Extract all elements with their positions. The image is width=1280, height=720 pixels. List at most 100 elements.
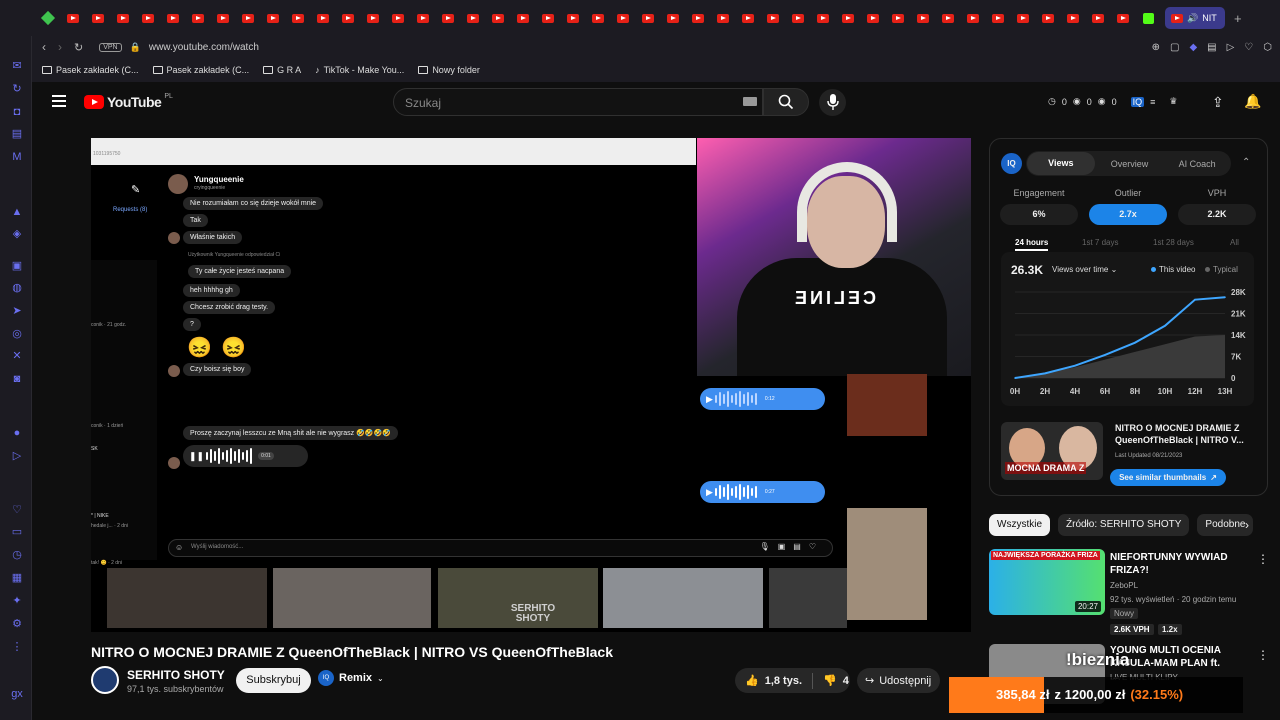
voice-search-button[interactable] bbox=[819, 89, 846, 116]
search-button[interactable] bbox=[763, 88, 809, 116]
collapse-icon[interactable]: ⌃ bbox=[1242, 157, 1250, 168]
stat-vph[interactable]: 2.2K bbox=[1178, 204, 1256, 225]
mail-m-icon[interactable]: M bbox=[11, 151, 23, 163]
tab-youtube-icon[interactable] bbox=[240, 10, 256, 26]
tab-youtube-icon[interactable] bbox=[640, 10, 656, 26]
tab-youtube-icon[interactable] bbox=[265, 10, 281, 26]
mail-icon[interactable]: ✉ bbox=[11, 60, 23, 72]
discord-icon[interactable]: ◙ bbox=[11, 373, 23, 385]
tab-youtube-icon[interactable] bbox=[315, 10, 331, 26]
video-player[interactable]: 1031195750 conik · 21 godz. conik · 1 dz… bbox=[91, 138, 971, 632]
x-icon[interactable]: ✕ bbox=[11, 350, 23, 362]
bookmark-item[interactable]: G R A bbox=[263, 65, 301, 75]
puzzle-icon[interactable]: ✦ bbox=[11, 595, 23, 607]
views-dropdown[interactable]: Views over time ⌄ bbox=[1052, 265, 1117, 274]
bookmark-item[interactable]: Pasek zakładek (C... bbox=[152, 65, 249, 75]
tab-youtube-icon[interactable] bbox=[790, 10, 806, 26]
stat-engagement[interactable]: 6% bbox=[1000, 204, 1078, 225]
vpn-badge[interactable]: VPN bbox=[99, 42, 122, 52]
arrow-icon[interactable]: ▲ bbox=[11, 206, 23, 218]
tab-youtube-icon[interactable] bbox=[140, 10, 156, 26]
tab-views[interactable]: Views bbox=[1027, 152, 1095, 175]
tab-favicon-green[interactable] bbox=[40, 10, 56, 26]
tab-youtube-icon[interactable] bbox=[1015, 10, 1031, 26]
tab-youtube-icon[interactable] bbox=[765, 10, 781, 26]
messenger-icon[interactable]: ◍ bbox=[11, 282, 23, 294]
instagram-icon[interactable]: ◎ bbox=[11, 328, 23, 340]
back-icon[interactable]: ‹ bbox=[42, 40, 46, 54]
tab-youtube-icon[interactable] bbox=[815, 10, 831, 26]
screenshot-icon[interactable]: ▢ bbox=[1170, 42, 1179, 53]
tab-kick-icon[interactable] bbox=[1140, 10, 1156, 26]
tab-overview[interactable]: Overview bbox=[1096, 159, 1164, 169]
tab-youtube-icon[interactable] bbox=[1090, 10, 1106, 26]
favorite-icon[interactable]: ♡ bbox=[1244, 42, 1253, 53]
tab-youtube-icon[interactable] bbox=[890, 10, 906, 26]
iq-icon[interactable]: IQ bbox=[1130, 96, 1145, 107]
tab-youtube-icon[interactable] bbox=[590, 10, 606, 26]
stat-outlier[interactable]: 2.7x bbox=[1089, 204, 1167, 225]
rec-thumbnail[interactable]: NAJWIĘKSZA PORAŻKA FRIZA 20:27 bbox=[989, 549, 1105, 615]
heart-icon[interactable]: ♡ bbox=[11, 504, 23, 516]
refresh-icon[interactable]: ↻ bbox=[11, 83, 23, 95]
tab-youtube-icon[interactable] bbox=[740, 10, 756, 26]
period-all[interactable]: All bbox=[1230, 238, 1239, 247]
rec-title[interactable]: NIEFORTUNNY WYWIAD FRIZA?! bbox=[1110, 551, 1230, 577]
tab-ai-coach[interactable]: AI Coach bbox=[1163, 159, 1231, 169]
period-28d[interactable]: 1st 28 days bbox=[1153, 238, 1194, 247]
similar-title[interactable]: NITRO O MOCNEJ DRAMIE Z QueenOfTheBlack … bbox=[1115, 422, 1255, 446]
menu-icon[interactable] bbox=[52, 95, 66, 107]
new-tab-button[interactable]: + bbox=[1234, 11, 1242, 26]
twitch-icon[interactable]: ▣ bbox=[11, 260, 23, 272]
upload-icon[interactable]: ⇪ bbox=[1212, 94, 1224, 111]
tab-youtube-icon[interactable] bbox=[665, 10, 681, 26]
rec-channel[interactable]: ZeboPL bbox=[1110, 581, 1138, 590]
tab-youtube-icon[interactable] bbox=[340, 10, 356, 26]
bag-icon[interactable]: ◘ bbox=[11, 106, 23, 118]
tab-youtube-icon[interactable] bbox=[415, 10, 431, 26]
bookmark-item[interactable]: ♪ TikTok - Make You... bbox=[315, 65, 404, 75]
pin-icon[interactable]: ⊕ bbox=[1152, 42, 1160, 53]
youtube-logo[interactable]: YouTube PL bbox=[84, 93, 173, 110]
tab-youtube-icon[interactable] bbox=[390, 10, 406, 26]
chevron-right-icon[interactable]: › bbox=[1245, 518, 1249, 532]
bookmark-item[interactable]: Pasek zakładek (C... bbox=[42, 65, 139, 75]
app-icon[interactable]: ◈ bbox=[11, 228, 23, 240]
notifications-icon[interactable]: 🔔 bbox=[1244, 93, 1261, 110]
more-options-icon[interactable]: ⋮ bbox=[1257, 552, 1269, 566]
tab-youtube-icon[interactable] bbox=[1115, 10, 1131, 26]
tab-youtube-icon[interactable] bbox=[215, 10, 231, 26]
period-24h[interactable]: 24 hours bbox=[1015, 238, 1049, 251]
card-icon[interactable]: ▭ bbox=[11, 526, 23, 538]
dislike-count[interactable]: 4 bbox=[843, 675, 849, 687]
remix-button[interactable]: IQ Remix ⌄ bbox=[318, 670, 384, 686]
tab-youtube-icon[interactable] bbox=[440, 10, 456, 26]
shield-icon[interactable]: ◆ bbox=[1189, 42, 1197, 53]
tab-youtube-icon[interactable] bbox=[540, 10, 556, 26]
tab-youtube-icon[interactable] bbox=[965, 10, 981, 26]
share-button[interactable]: ↪ Udostępnij bbox=[857, 668, 940, 693]
extension-icon[interactable]: ▤ bbox=[1207, 42, 1216, 53]
channel-name[interactable]: SERHITO SHOTY bbox=[127, 668, 225, 682]
tab-youtube-icon[interactable] bbox=[565, 10, 581, 26]
dislike-icon[interactable]: 👎 bbox=[823, 674, 837, 687]
box-icon[interactable]: ▦ bbox=[11, 572, 23, 584]
url-field[interactable]: www.youtube.com/watch bbox=[149, 42, 259, 53]
tab-youtube-icon[interactable] bbox=[865, 10, 881, 26]
active-tab[interactable]: 🔊 NIT bbox=[1165, 7, 1225, 29]
tab-youtube-icon[interactable] bbox=[65, 10, 81, 26]
tab-youtube-icon[interactable] bbox=[365, 10, 381, 26]
keyboard-icon[interactable] bbox=[743, 97, 757, 106]
tab-youtube-icon[interactable] bbox=[615, 10, 631, 26]
chip-all[interactable]: Wszystkie bbox=[989, 514, 1050, 536]
tab-youtube-icon[interactable] bbox=[290, 10, 306, 26]
like-count[interactable]: 1,8 tys. bbox=[765, 675, 802, 687]
reload-icon[interactable]: ↻ bbox=[74, 41, 83, 54]
subscribe-button[interactable]: Subskrybuj bbox=[236, 668, 311, 693]
tab-youtube-icon[interactable] bbox=[165, 10, 181, 26]
tab-youtube-icon[interactable] bbox=[940, 10, 956, 26]
tab-youtube-icon[interactable] bbox=[465, 10, 481, 26]
flow-icon[interactable]: ▷ bbox=[1227, 42, 1235, 53]
grid-icon[interactable]: ⋮ bbox=[11, 641, 23, 653]
more-options-icon[interactable]: ⋮ bbox=[1257, 648, 1269, 662]
